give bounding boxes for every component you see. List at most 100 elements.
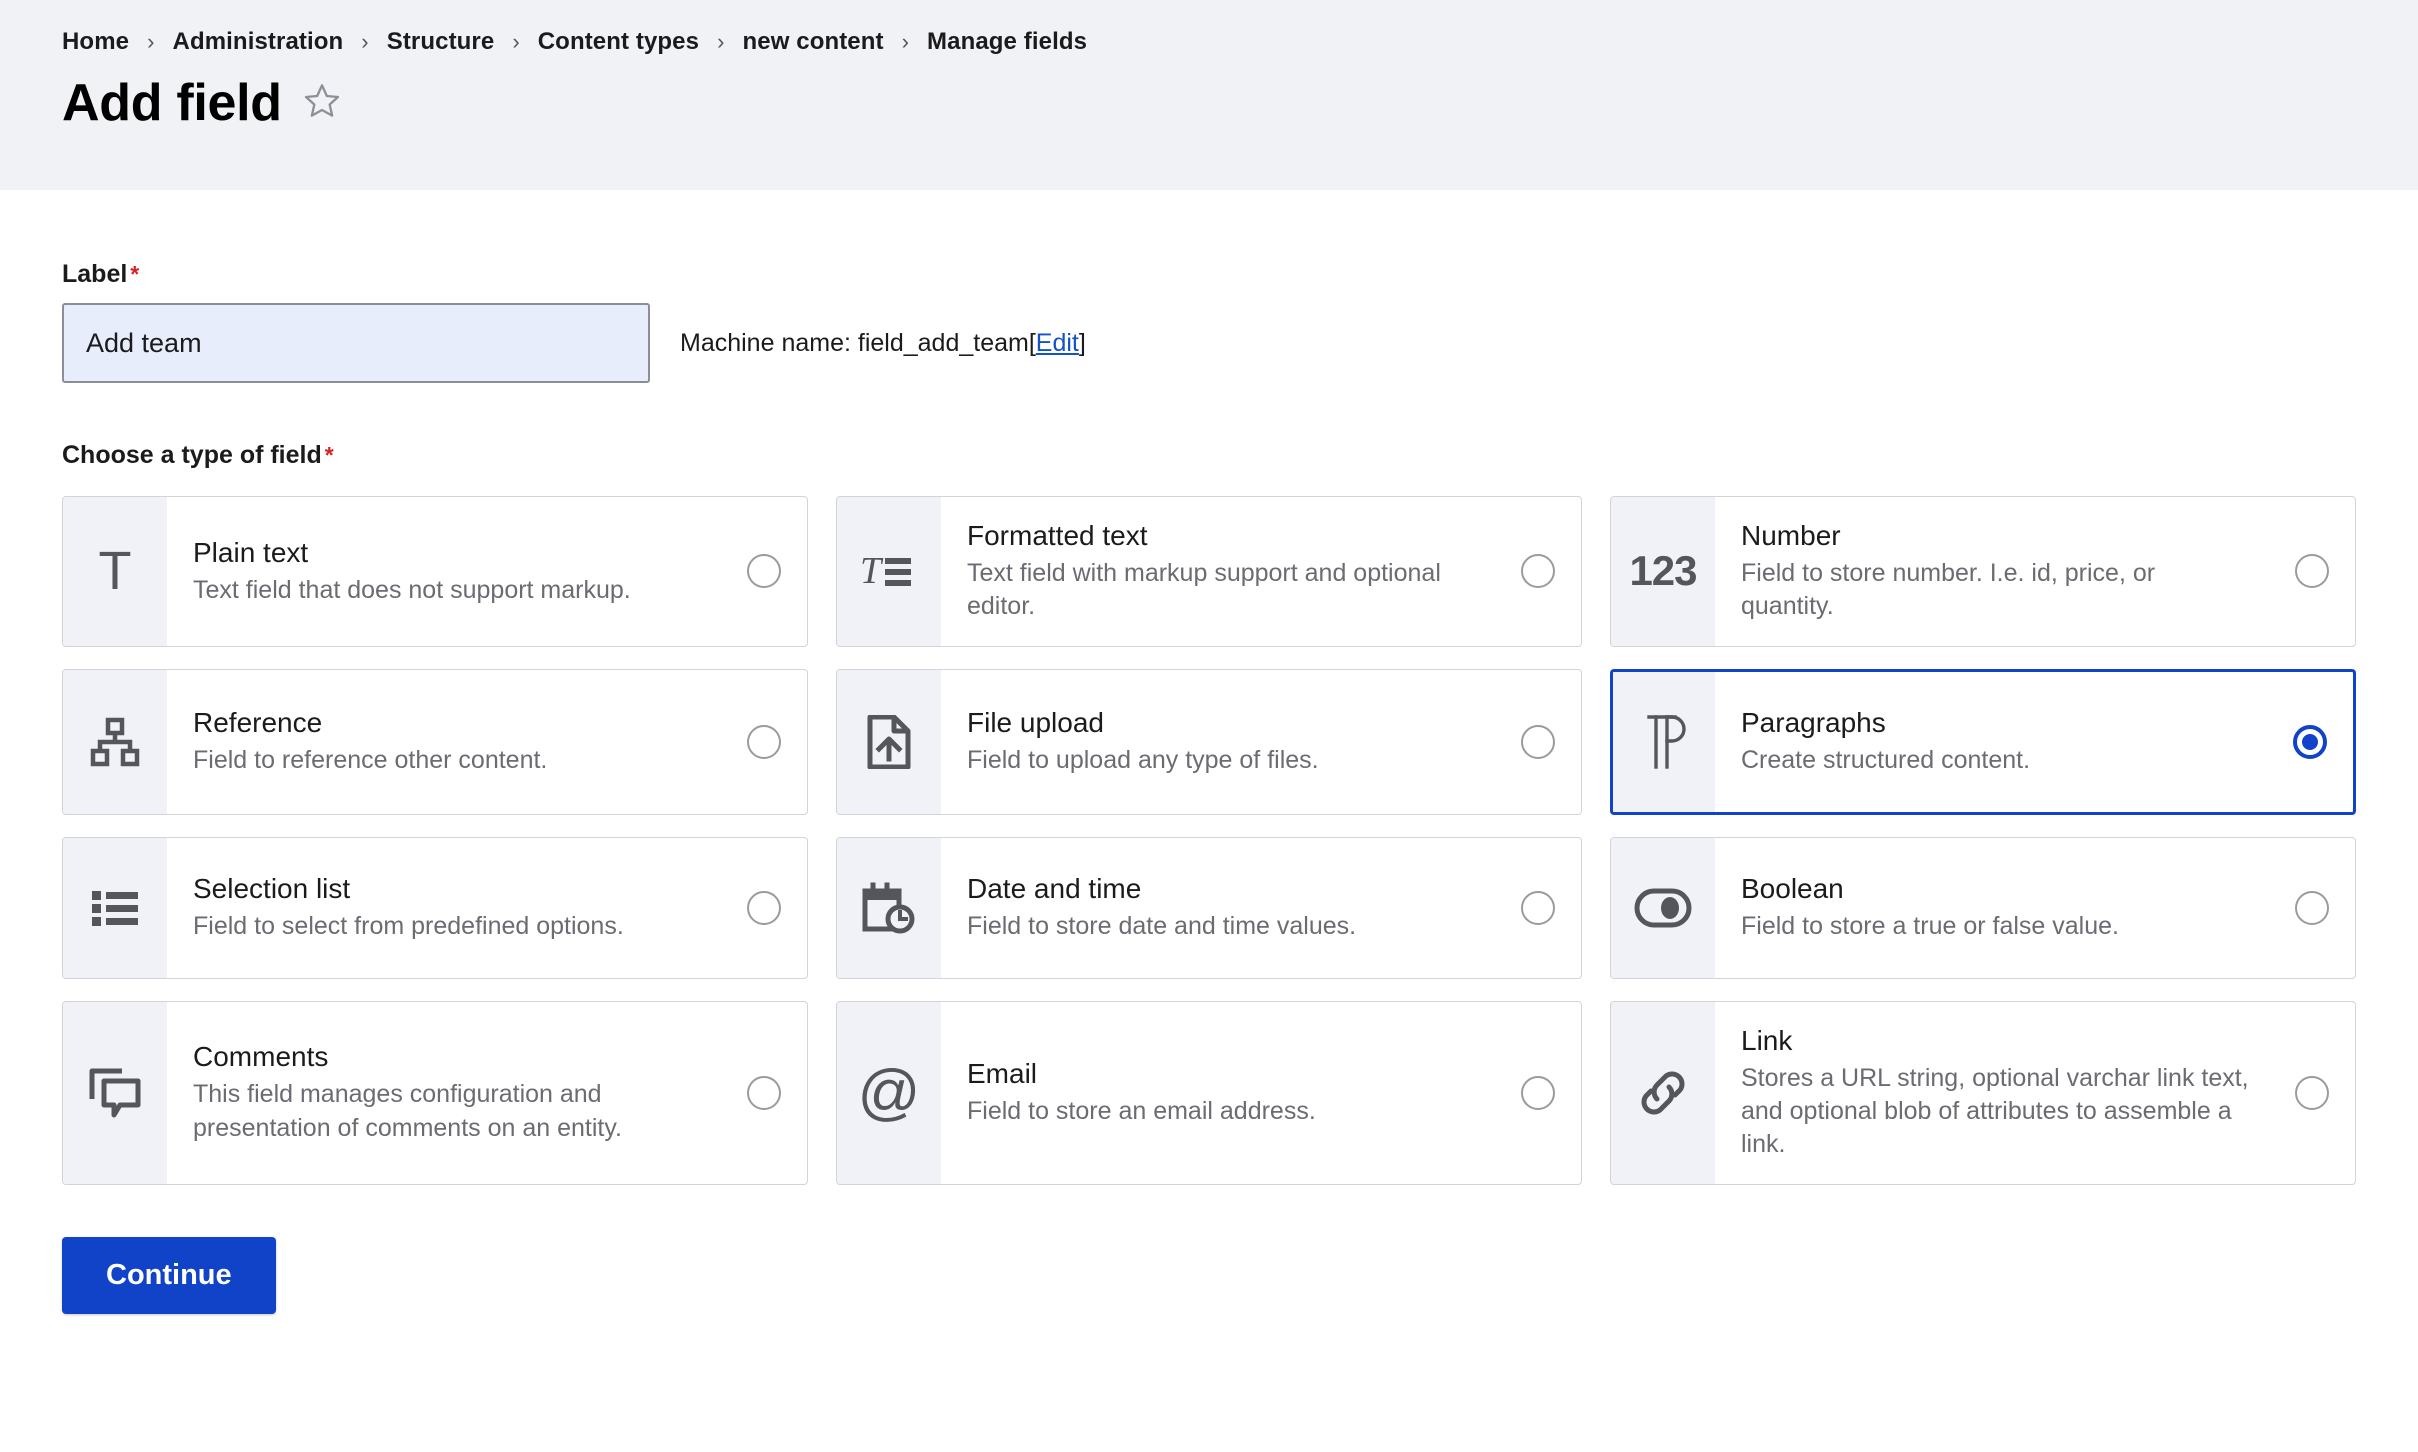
field-type-card-plain-text[interactable]: T Plain text Text field that does not su… — [62, 496, 808, 647]
letter-t-icon: T — [63, 497, 167, 646]
label-input-row: Machine name: field_add_team[Edit] — [62, 303, 2356, 383]
breadcrumb-separator-icon: › — [717, 29, 725, 54]
field-type-radio-wrap — [2267, 672, 2353, 812]
breadcrumb-item-new-content[interactable]: new content — [743, 28, 884, 56]
breadcrumb-item-manage-fields[interactable]: Manage fields — [927, 28, 1087, 56]
field-type-radio-boolean[interactable] — [2295, 890, 2329, 925]
field-type-description: Field to upload any type of files. — [967, 746, 1319, 775]
field-type-card-file-upload[interactable]: File upload Field to upload any type of … — [836, 668, 1582, 815]
field-type-card-number[interactable]: 123 Number Field to store number. I.e. i… — [1610, 496, 2356, 647]
field-type-radio-wrap — [1495, 838, 1581, 978]
formatted-text-icon: T — [837, 497, 941, 646]
machine-name-edit-link[interactable]: Edit — [1036, 329, 1079, 357]
field-type-radio-wrap — [721, 838, 807, 978]
field-type-radio-wrap — [1495, 1002, 1581, 1184]
field-type-title: Paragraphs — [1741, 706, 1886, 738]
field-type-description: Field to store an email address. — [967, 1097, 1316, 1126]
machine-name-prefix: Machine name: — [680, 328, 858, 357]
field-type-radio-wrap — [2269, 1002, 2355, 1184]
field-type-card-body: Number Field to store number. I.e. id, p… — [1715, 497, 2269, 646]
field-type-card-paragraphs[interactable]: Paragraphs Create structured content. — [1610, 668, 2356, 815]
number-123-icon: 123 — [1611, 497, 1715, 646]
label-input[interactable] — [62, 303, 650, 383]
field-type-description: This field manages configuration and pre… — [193, 1080, 622, 1142]
field-type-radio-reference[interactable] — [747, 724, 781, 759]
required-marker: * — [130, 261, 140, 287]
calendar-clock-icon — [837, 837, 941, 978]
field-type-radio-formatted-text[interactable] — [1521, 554, 1555, 589]
field-type-card-body: Formatted text Text field with markup su… — [941, 497, 1495, 646]
field-type-card-date-and-time[interactable]: Date and time Field to store date and ti… — [836, 836, 1582, 979]
breadcrumb-item-content-types[interactable]: Content types — [538, 28, 699, 56]
field-type-card-body: Paragraphs Create structured content. — [1715, 672, 2267, 812]
field-type-radio-plain-text[interactable] — [747, 554, 781, 589]
field-type-radio-wrap — [2269, 497, 2355, 646]
field-type-radio-selection-list[interactable] — [747, 890, 781, 925]
field-type-title: Email — [967, 1057, 1038, 1089]
field-type-radio-wrap — [1495, 497, 1581, 646]
field-type-description: Field to store number. I.e. id, price, o… — [1741, 559, 2156, 621]
field-type-title: File upload — [967, 706, 1104, 738]
field-type-description: Create structured content. — [1741, 746, 2031, 775]
bulleted-list-icon — [63, 837, 167, 978]
field-type-card-body: Plain text Text field that does not supp… — [167, 497, 721, 646]
field-type-description: Field to reference other content. — [193, 746, 548, 775]
field-type-radio-wrap — [721, 670, 807, 814]
field-type-title: Plain text — [193, 536, 309, 568]
field-type-radio-link[interactable] — [2295, 1075, 2329, 1110]
field-type-card-body: Selection list Field to select from pred… — [167, 838, 721, 978]
machine-name-bracket-close: ] — [1078, 328, 1086, 357]
field-type-radio-wrap — [721, 497, 807, 646]
field-type-card-comments[interactable]: Comments This field manages configuratio… — [62, 1000, 808, 1185]
paragraphs-pilcrow-icon — [1613, 671, 1715, 812]
continue-button[interactable]: Continue — [62, 1236, 276, 1314]
choose-type-label-text: Choose a type of field — [62, 441, 322, 469]
field-type-title: Date and time — [967, 872, 1142, 904]
form-area: Label* Machine name: field_add_team[Edit… — [0, 260, 2418, 1185]
field-type-card-formatted-text[interactable]: T Formatted text Text field with markup … — [836, 496, 1582, 647]
field-type-title: Boolean — [1741, 872, 1844, 904]
breadcrumb-separator-icon: › — [901, 29, 910, 54]
field-type-card-boolean[interactable]: Boolean Field to store a true or false v… — [1610, 836, 2356, 979]
field-type-card-reference[interactable]: Reference Field to reference other conte… — [62, 668, 808, 815]
breadcrumb-separator-icon: › — [512, 29, 520, 54]
field-type-radio-number[interactable] — [2295, 554, 2329, 589]
page-title: Add field — [62, 74, 282, 132]
choose-type-label: Choose a type of field * — [62, 441, 2356, 470]
field-type-radio-date-and-time[interactable] — [1521, 890, 1555, 925]
field-type-radio-wrap — [1495, 670, 1581, 814]
field-type-description: Field to select from predefined options. — [193, 912, 624, 941]
field-type-radio-paragraphs[interactable] — [2293, 724, 2327, 759]
title-row: Add field — [62, 76, 2356, 131]
field-type-radio-email[interactable] — [1521, 1075, 1555, 1110]
field-type-card-body: Reference Field to reference other conte… — [167, 670, 721, 814]
field-type-radio-wrap — [2269, 838, 2355, 978]
field-type-radio-comments[interactable] — [747, 1075, 781, 1110]
field-type-grid: T Plain text Text field that does not su… — [62, 496, 2356, 1185]
field-type-title: Reference — [193, 706, 323, 738]
breadcrumb-item-structure[interactable]: Structure — [387, 28, 495, 56]
at-sign-icon: @ — [837, 1001, 941, 1184]
field-type-description: Field to store a true or false value. — [1741, 912, 2119, 941]
field-type-radio-file-upload[interactable] — [1521, 724, 1555, 759]
field-type-title: Comments — [193, 1041, 329, 1073]
field-type-card-link[interactable]: Link Stores a URL string, optional varch… — [1610, 1000, 2356, 1185]
field-type-card-body: Date and time Field to store date and ti… — [941, 838, 1495, 978]
star-outline-icon[interactable] — [302, 81, 342, 126]
field-type-title: Number — [1741, 520, 1841, 551]
field-type-card-selection-list[interactable]: Selection list Field to select from pred… — [62, 836, 808, 979]
field-type-card-body: Link Stores a URL string, optional varch… — [1715, 1002, 2269, 1184]
field-type-card-body: Email Field to store an email address. — [941, 1002, 1495, 1184]
toggle-switch-icon — [1611, 837, 1715, 978]
breadcrumb-item-home[interactable]: Home — [62, 28, 129, 56]
svg-text:T: T — [860, 550, 884, 592]
label-field-label: Label * — [62, 260, 2356, 289]
field-type-card-body: Boolean Field to store a true or false v… — [1715, 838, 2269, 978]
comment-bubbles-icon — [63, 1001, 167, 1184]
field-type-card-body: Comments This field manages configuratio… — [167, 1002, 721, 1184]
field-type-radio-wrap — [721, 1002, 807, 1184]
machine-name-bracket-open: [ — [1028, 328, 1036, 357]
breadcrumb-item-administration[interactable]: Administration — [173, 28, 344, 56]
field-type-card-email[interactable]: @ Email Field to store an email address. — [836, 1000, 1582, 1185]
field-type-card-body: File upload Field to upload any type of … — [941, 670, 1495, 814]
